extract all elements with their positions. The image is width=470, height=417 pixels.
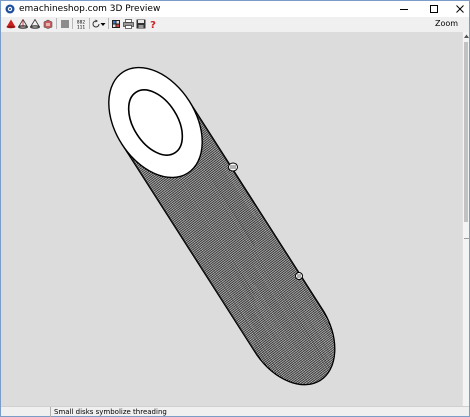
vertical-scrollbar[interactable] [462,32,469,406]
scroll-thumb[interactable] [464,42,468,222]
color-button[interactable] [110,18,122,30]
window-title: emachineshop.com 3D Preview [19,4,161,14]
preview-window: emachineshop.com 3D Preview 882 111 ? Zo… [0,0,470,417]
status-pane [1,407,51,417]
shaded-shape-icon [43,19,53,29]
view-shaded-button[interactable] [42,18,54,30]
minimize-button[interactable] [391,1,417,17]
view-solid-button[interactable] [5,18,17,30]
outline-shape-icon [30,19,40,29]
toolbar-separator [72,18,73,29]
dropdown-arrow-icon [100,23,106,26]
help-button[interactable]: ? [147,18,159,30]
toolbar: 882 111 ? Zoom [1,17,469,31]
help-icon: ? [150,20,156,29]
status-text: Small disks symbolize threading [54,408,167,416]
frame-counter-icon: 882 111 [77,20,85,30]
gray-square-icon [61,20,69,28]
scroll-up-button[interactable] [463,32,470,40]
svg-text:?: ? [150,20,156,29]
close-button[interactable] [447,1,470,17]
threaded-tube-icon [108,66,336,386]
toolbar-separator [108,18,109,29]
chevron-up-icon [464,34,469,38]
background-button[interactable] [59,18,71,30]
minimize-icon [400,9,408,10]
3d-viewport[interactable] [1,32,462,406]
view-wireframe-button[interactable] [17,18,29,30]
maximize-button[interactable] [421,1,447,17]
zoom-button[interactable]: Zoom [435,19,458,29]
thread-disk-icon [228,162,238,172]
maximize-icon [430,5,438,13]
print-button[interactable] [122,18,134,30]
frame-counter-button[interactable]: 882 111 [75,18,87,30]
status-bar: Small disks symbolize threading [1,406,469,417]
toolbar-separator [56,18,57,29]
save-button[interactable] [135,18,147,30]
svg-text:111: 111 [77,25,85,30]
view-outline-button[interactable] [29,18,41,30]
red-cone-icon [6,19,16,29]
title-bar[interactable]: emachineshop.com 3D Preview [1,1,469,17]
close-icon [456,5,464,13]
print-icon [122,19,134,29]
thread-disk-icon [295,272,303,280]
app-icon [5,4,15,14]
save-icon [136,19,146,29]
rotate-dropdown[interactable] [100,18,106,30]
wireframe-shape-icon [18,19,28,29]
scroll-marker [464,238,469,239]
color-palette-icon [112,20,120,28]
